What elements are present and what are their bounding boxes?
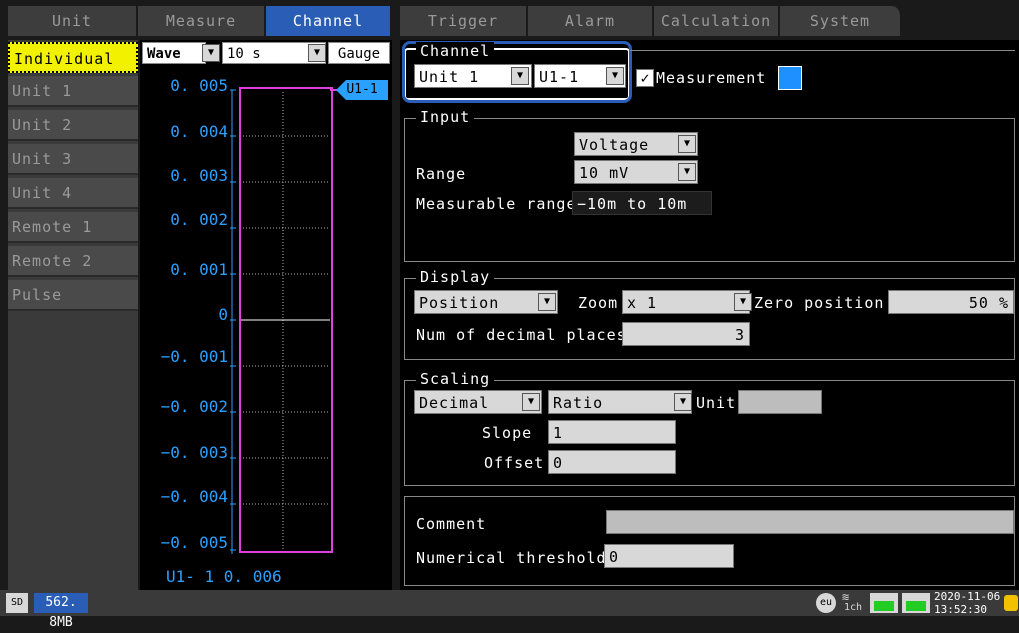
gauge-panel: Wave ▼ 10 s ▼ Gauge 0. 005 0. 004 0. 003… — [140, 40, 392, 590]
numerical-threshold-field[interactable]: 0 — [604, 544, 734, 568]
input-type-value: Voltage — [579, 136, 650, 154]
scale-label: 0 — [218, 305, 228, 324]
tab-channel[interactable]: Channel — [266, 6, 392, 36]
zoom-value: x 1 — [627, 294, 658, 312]
scaling-method-arrow-icon[interactable]: ▼ — [674, 393, 692, 411]
scaling-format-arrow-icon[interactable]: ▼ — [522, 393, 540, 411]
scale-label: 0. 001 — [170, 260, 228, 279]
input-group — [404, 118, 1015, 262]
scaling-unit-field[interactable] — [738, 390, 822, 414]
comment-label: Comment — [416, 515, 487, 533]
slope-field[interactable]: 1 — [548, 420, 676, 444]
unit-select-value: Unit 1 — [419, 68, 480, 86]
sidebar-item-unit-3[interactable]: Unit 3 — [8, 144, 138, 175]
wave-label: Wave — [147, 46, 181, 62]
status-date: 2020-11-06 — [934, 590, 1001, 603]
scale-label: −0. 002 — [160, 397, 228, 416]
scaling-method-value: Ratio — [553, 394, 604, 412]
battery-level — [874, 601, 894, 611]
sidebar-item-pulse[interactable]: Pulse — [8, 280, 138, 311]
input-type-arrow-icon[interactable]: ▼ — [678, 135, 696, 153]
tab-bar: Unit Measure Channel Trigger Alarm Calcu… — [0, 0, 1019, 40]
battery-level — [906, 601, 926, 611]
display-group-title: Display — [416, 268, 495, 286]
status-bar: SD 562. 8MB eu ≋ 1ch 2020-11-06 13:52:30 — [0, 590, 1019, 630]
scale-label: −0. 005 — [160, 533, 228, 552]
zero-position-label: Zero position — [754, 294, 885, 312]
decimal-places-field[interactable]: 3 — [622, 322, 750, 346]
gauge-readout: U1- 1 0. 006 — [166, 567, 282, 586]
scaling-format-value: Decimal — [419, 394, 490, 412]
decimal-places-label: Num of decimal places — [416, 326, 627, 344]
gauge-graph — [230, 87, 342, 554]
scale-label: −0. 001 — [160, 347, 228, 366]
gauge-label: Gauge — [337, 46, 381, 62]
status-time: 13:52:30 — [934, 603, 987, 616]
zoom-arrow-icon[interactable]: ▼ — [734, 293, 752, 311]
wave-dropdown-arrow-icon[interactable]: ▼ — [202, 44, 220, 62]
zoom-select[interactable]: x 1 — [622, 290, 750, 314]
channel-tag: U1-1 — [336, 80, 388, 100]
scaling-unit-label: Unit — [696, 394, 737, 412]
scale-label: 0. 003 — [170, 166, 228, 185]
zero-position-field[interactable]: 50 % — [888, 290, 1014, 314]
channel-color-swatch[interactable] — [778, 66, 802, 90]
tab-system[interactable]: System — [780, 6, 902, 36]
scale-label: −0. 004 — [160, 487, 228, 506]
unit-select-arrow-icon[interactable]: ▼ — [511, 67, 529, 85]
sd-card-icon: SD — [6, 593, 28, 613]
measurement-label: Measurement — [656, 69, 767, 87]
gauge-button[interactable]: Gauge — [328, 42, 390, 64]
channel-count-label: 1ch — [844, 602, 863, 613]
storage-remaining: 562. 8MB — [34, 593, 88, 630]
settings-panel: Channel Unit 1 ▼ U1-1 ▼ ✓ Measurement In… — [400, 40, 1019, 590]
eu-icon: eu — [816, 593, 836, 613]
sidebar-item-remote-2[interactable]: Remote 2 — [8, 246, 138, 277]
tab-unit[interactable]: Unit — [8, 6, 138, 36]
channel-select-arrow-icon[interactable]: ▼ — [606, 67, 624, 85]
offset-field[interactable]: 0 — [548, 450, 676, 474]
display-mode-arrow-icon[interactable]: ▼ — [538, 293, 556, 311]
scaling-group-title: Scaling — [416, 370, 495, 388]
range-select-arrow-icon[interactable]: ▼ — [678, 163, 696, 181]
range-value: 10 mV — [579, 164, 630, 182]
sidebar-item-individual[interactable]: Individual — [8, 42, 138, 73]
scale-label: 0. 004 — [170, 122, 228, 141]
channel-group-rule — [630, 50, 1015, 51]
tab-measure[interactable]: Measure — [138, 6, 266, 36]
tab-alarm[interactable]: Alarm — [528, 6, 654, 36]
offset-label: Offset — [484, 454, 545, 472]
sidebar-item-remote-1[interactable]: Remote 1 — [8, 212, 138, 243]
sidebar-item-unit-1[interactable]: Unit 1 — [8, 76, 138, 107]
numerical-threshold-label: Numerical threshold — [416, 549, 607, 567]
channel-select-value: U1-1 — [539, 68, 580, 86]
display-mode-value: Position — [419, 294, 500, 312]
comment-field[interactable] — [606, 510, 1014, 534]
time-dropdown-arrow-icon[interactable]: ▼ — [308, 44, 326, 62]
sidebar-item-unit-2[interactable]: Unit 2 — [8, 110, 138, 141]
input-group-title: Input — [416, 108, 475, 126]
scale-label: 0. 005 — [170, 76, 228, 95]
display-mode-select[interactable]: Position — [414, 290, 558, 314]
measurable-range-value: −10m to 10m — [572, 191, 712, 215]
zoom-label: Zoom — [578, 294, 619, 312]
scale-label: 0. 002 — [170, 210, 228, 229]
slope-label: Slope — [482, 424, 533, 442]
range-label: Range — [416, 165, 467, 183]
time-value: 10 s — [227, 46, 261, 62]
wave-dropdown[interactable]: Wave — [142, 42, 206, 64]
unit-wireless-icon — [870, 593, 898, 613]
unit-wireless-icon — [902, 593, 930, 613]
notification-icon[interactable] — [1004, 595, 1018, 611]
tab-calculation[interactable]: Calculation — [654, 6, 780, 36]
sidebar-item-unit-4[interactable]: Unit 4 — [8, 178, 138, 209]
sidebar: Individual Unit 1 Unit 2 Unit 3 Unit 4 R… — [8, 40, 138, 590]
scale-label: −0. 003 — [160, 443, 228, 462]
measurable-range-label: Measurable range — [416, 195, 577, 213]
scaling-method-select[interactable]: Ratio — [548, 390, 692, 414]
tab-trigger[interactable]: Trigger — [400, 6, 528, 36]
measurement-checkbox[interactable]: ✓ — [636, 69, 654, 87]
channel-group-title: Channel — [416, 42, 495, 60]
